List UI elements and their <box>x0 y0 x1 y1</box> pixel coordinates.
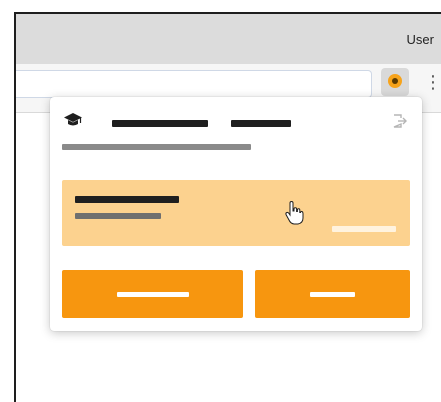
secondary-action-button[interactable] <box>255 270 410 318</box>
primary-action-button[interactable] <box>62 270 243 318</box>
card-title <box>75 196 179 203</box>
extension-target-icon <box>388 74 402 88</box>
primary-action-label <box>117 292 189 297</box>
graduation-cap-icon <box>64 113 82 126</box>
logout-icon[interactable] <box>392 113 408 129</box>
extension-popup <box>50 97 422 331</box>
title-bar: User <box>16 14 441 64</box>
kebab-menu-icon[interactable]: ⋮ <box>424 71 441 93</box>
hand-cursor-icon <box>285 201 304 225</box>
address-bar[interactable] <box>16 70 372 98</box>
highlighted-item-card[interactable] <box>62 180 410 246</box>
card-subtitle <box>75 213 161 219</box>
card-action-link[interactable] <box>332 226 396 232</box>
popup-subtitle <box>62 144 251 150</box>
popup-title-secondary <box>231 120 291 127</box>
popup-title <box>112 120 208 127</box>
extension-button[interactable] <box>381 68 409 96</box>
secondary-action-label <box>310 292 355 297</box>
user-profile-label[interactable]: User <box>407 32 434 47</box>
